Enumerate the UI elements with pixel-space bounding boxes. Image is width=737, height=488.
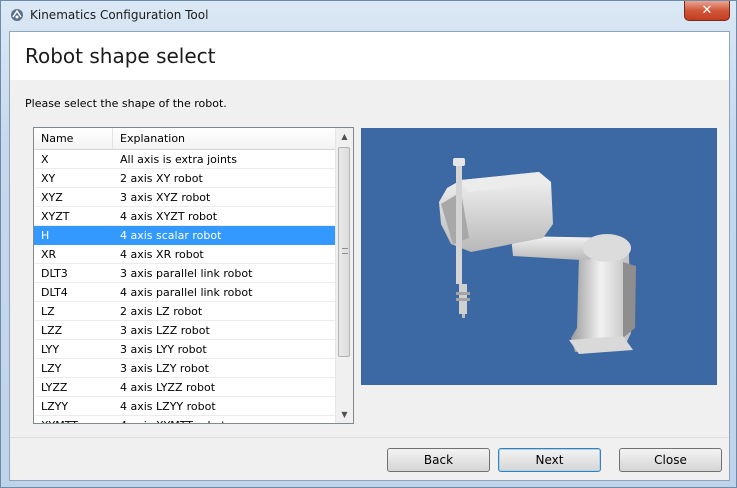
list-item-name: XYMTT: [41, 419, 78, 423]
window-title: Kinematics Configuration Tool: [30, 8, 209, 22]
page-header: Robot shape select: [10, 32, 729, 80]
column-header-explanation[interactable]: Explanation: [120, 132, 185, 145]
list-rows: X All axis is extra joints XY 2 axis XY rob…: [34, 150, 336, 423]
list-item-name: X: [41, 153, 49, 166]
list-item[interactable]: DLT3 3 axis parallel link robot: [34, 264, 336, 283]
list-item-explanation: 4 axis XYZT robot: [120, 210, 218, 223]
list-item-name: DLT4: [41, 286, 68, 299]
list-item-explanation: 3 axis LYY robot: [120, 343, 207, 356]
close-button[interactable]: Close: [619, 448, 722, 472]
list-item[interactable]: XYZT 4 axis XYZT robot: [34, 207, 336, 226]
list-item-explanation: All axis is extra joints: [120, 153, 237, 166]
scroll-down-arrow-icon[interactable]: ▼: [336, 406, 353, 423]
list-item-name: XR: [41, 248, 57, 261]
list-header: Name Explanation: [34, 128, 336, 150]
list-item[interactable]: XYZ 3 axis XYZ robot: [34, 188, 336, 207]
instruction-text: Please select the shape of the robot.: [25, 97, 227, 110]
list-item-name: XY: [41, 172, 56, 185]
list-item[interactable]: LYY 3 axis LYY robot: [34, 340, 336, 359]
scroll-up-arrow-icon[interactable]: ▲: [336, 128, 353, 145]
list-item[interactable]: XR 4 axis XR robot: [34, 245, 336, 264]
list-item-name: LZYY: [41, 400, 69, 413]
list-item-name: DLT3: [41, 267, 68, 280]
list-item-name: LYY: [41, 343, 60, 356]
list-item[interactable]: H 4 axis scalar robot: [34, 226, 336, 245]
next-button[interactable]: Next: [498, 448, 601, 472]
list-item-explanation: 3 axis parallel link robot: [120, 267, 253, 280]
list-item-explanation: 4 axis scalar robot: [120, 229, 222, 242]
list-item[interactable]: XYMTT 4 axis XYMTT robot: [34, 416, 336, 423]
window-close-button[interactable]: ✕: [684, 1, 730, 21]
scara-robot-image: [439, 158, 636, 354]
list-item-name: LZY: [41, 362, 62, 375]
back-button[interactable]: Back: [387, 448, 490, 472]
list-item-name: XYZT: [41, 210, 70, 223]
title-bar[interactable]: Kinematics Configuration Tool ✕: [1, 1, 736, 31]
list-item[interactable]: LZ 2 axis LZ robot: [34, 302, 336, 321]
page-title: Robot shape select: [25, 44, 216, 68]
list-item-explanation: 4 axis XYMTT robot: [120, 419, 226, 423]
list-item-name: LYZZ: [41, 381, 68, 394]
list-item[interactable]: DLT4 4 axis parallel link robot: [34, 283, 336, 302]
list-item[interactable]: LZZ 3 axis LZZ robot: [34, 321, 336, 340]
column-divider[interactable]: [112, 128, 113, 149]
robot-shape-list[interactable]: Name Explanation X All axis is extra join…: [33, 127, 354, 424]
close-icon: ✕: [701, 3, 713, 18]
list-item-name: LZ: [41, 305, 55, 318]
footer-divider: [10, 437, 729, 438]
list-item-explanation: 3 axis LZZ robot: [120, 324, 210, 337]
list-item-name: XYZ: [41, 191, 63, 204]
list-item[interactable]: X All axis is extra joints: [34, 150, 336, 169]
list-item-explanation: 4 axis LZYY robot: [120, 400, 216, 413]
list-item[interactable]: XY 2 axis XY robot: [34, 169, 336, 188]
column-header-name[interactable]: Name: [41, 132, 73, 145]
list-item-explanation: 4 axis parallel link robot: [120, 286, 253, 299]
list-item-explanation: 2 axis XY robot: [120, 172, 203, 185]
list-item-name: H: [41, 229, 50, 242]
app-icon: [11, 9, 23, 21]
list-item-explanation: 4 axis XR robot: [120, 248, 204, 261]
list-item-explanation: 3 axis XYZ robot: [120, 191, 211, 204]
list-item-explanation: 4 axis LYZZ robot: [120, 381, 216, 394]
list-scrollbar[interactable]: ▲ ▼: [335, 128, 353, 423]
list-item-explanation: 2 axis LZ robot: [120, 305, 203, 318]
list-item[interactable]: LYZZ 4 axis LYZZ robot: [34, 378, 336, 397]
window-frame: Kinematics Configuration Tool ✕ Robot sh…: [0, 0, 737, 488]
scroll-thumb[interactable]: [338, 147, 350, 357]
list-item-name: LZZ: [41, 324, 63, 337]
list-item-explanation: 3 axis LZY robot: [120, 362, 209, 375]
dialog-client: Robot shape select Please select the sha…: [9, 31, 730, 481]
robot-preview: [361, 128, 717, 385]
scroll-grip-icon: [342, 248, 348, 254]
list-item[interactable]: LZY 3 axis LZY robot: [34, 359, 336, 378]
list-item[interactable]: LZYY 4 axis LZYY robot: [34, 397, 336, 416]
